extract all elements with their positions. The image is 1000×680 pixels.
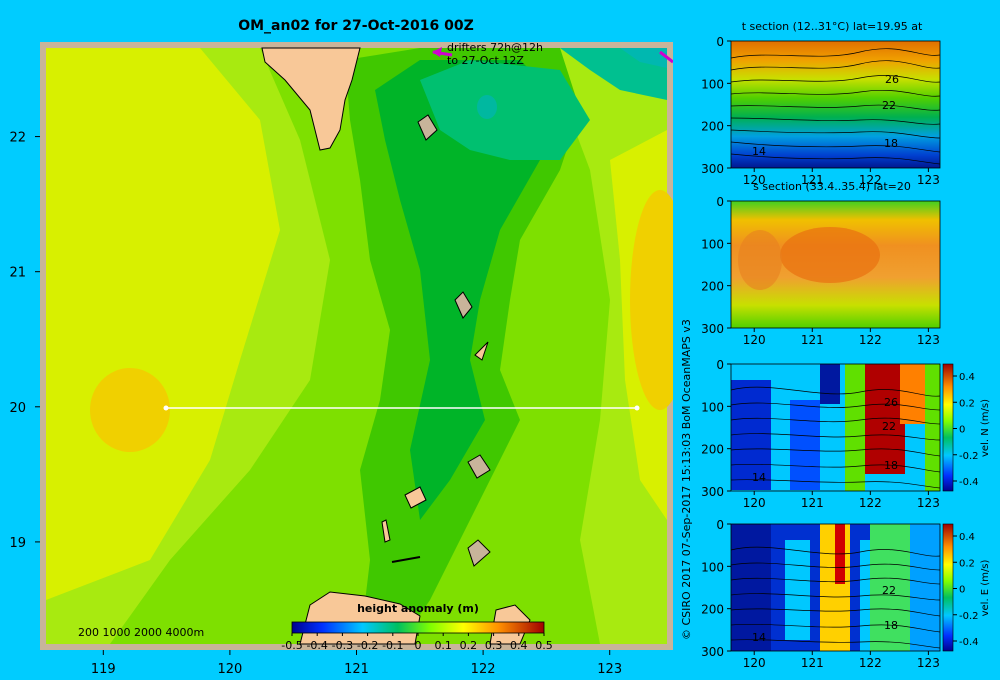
map-y-tick-label: 21 xyxy=(9,266,26,281)
colorbar-tick-label: 0.1 xyxy=(434,639,452,652)
t-section-panel: t section (12..31°C) lat=19.95 at 26 22 18… xyxy=(730,20,941,168)
vel-colorbar-tick-label: 0 xyxy=(959,585,965,596)
section-x-tick-label: 120 xyxy=(743,173,766,187)
colorbar-tick-label: 0.4 xyxy=(510,639,528,652)
map-x-tick-label: 122 xyxy=(471,662,496,677)
figure: OM_an02 for 27-Oct-2016 00Z drifters 72h… xyxy=(9,18,991,677)
section-y-tick-label: 0 xyxy=(716,358,724,372)
section-x-tick-label: 120 xyxy=(743,333,766,347)
contour-label: 22 xyxy=(882,99,896,112)
section-y-tick-label: 0 xyxy=(716,35,724,49)
colorbar-tick-label: -0.4 xyxy=(306,639,327,652)
section-x-tick-label: 120 xyxy=(743,496,766,510)
contour-label: 26 xyxy=(885,73,899,86)
vel-colorbar-tick-label: 0 xyxy=(959,425,965,436)
section-y-tick-label: 0 xyxy=(716,195,724,209)
drifter-note-line-2: to 27-Oct 12Z xyxy=(447,54,524,67)
section-y-tick-label: 100 xyxy=(701,77,724,91)
drifter-note-line-1: drifters 72h@12h xyxy=(447,41,543,54)
map-x-ticks: 119 120 121 122 123 xyxy=(91,650,622,677)
vel-n-colorbar-label: vel. N (m/s) xyxy=(980,399,991,457)
section-x-tick-label: 123 xyxy=(917,496,940,510)
section-y-tick-label: 0 xyxy=(716,518,724,532)
contour-label: 18 xyxy=(884,619,898,632)
section-y-tick-label: 100 xyxy=(701,400,724,414)
vel-colorbar-tick-label: -0.2 xyxy=(959,451,979,462)
section-x-tick-label: 121 xyxy=(801,173,824,187)
section-y-tick-label: 200 xyxy=(701,280,724,294)
vel-colorbar-tick-label: -0.4 xyxy=(959,637,979,648)
contour-label: 14 xyxy=(752,631,766,644)
section-x-tick-label: 123 xyxy=(917,173,940,187)
vel-colorbar-tick-label: -0.2 xyxy=(959,611,979,622)
vel-colorbar-tick-label: 0.2 xyxy=(959,398,975,409)
map-panel: OM_an02 for 27-Oct-2016 00Z drifters 72h… xyxy=(9,18,673,677)
vel-colorbar-tick-label: -0.4 xyxy=(959,477,979,488)
s-section-panel: s section (33.4..35.4) lat=20 xyxy=(731,180,940,328)
section-y-tick-label: 300 xyxy=(701,162,724,176)
contour-label: 26 xyxy=(884,396,898,409)
vel-n-section-panel: 26 22 18 14 0.4 0.2 0 -0.2 -0.4 vel. N (m/s) xyxy=(730,363,991,492)
map-x-tick-label: 123 xyxy=(597,662,622,677)
map-y-tick-label: 22 xyxy=(9,131,26,146)
colorbar-tick-label: -0.3 xyxy=(332,639,353,652)
vel-n-colorbar xyxy=(942,363,954,492)
contour-label: 14 xyxy=(752,471,766,484)
map-y-ticks: 22 21 20 19 xyxy=(9,131,40,551)
colorbar-tick-label: 0.5 xyxy=(535,639,553,652)
section-x-tick-label: 123 xyxy=(917,333,940,347)
section-y-tick-label: 200 xyxy=(701,603,724,617)
contour-label: 18 xyxy=(884,137,898,150)
colorbar-tick-label: -0.1 xyxy=(382,639,403,652)
contour-label: 22 xyxy=(882,584,896,597)
section-y-tick-label: 100 xyxy=(701,237,724,251)
map-title: OM_an02 for 27-Oct-2016 00Z xyxy=(238,18,474,34)
section-end-marker xyxy=(634,405,640,411)
colorbar-label: height anomaly (m) xyxy=(357,602,479,615)
t-section-title: t section (12..31°C) lat=19.95 at xyxy=(742,20,923,33)
colorbar-tick-label: -0.5 xyxy=(281,639,302,652)
colorbar-tick-label: 0 xyxy=(415,639,422,652)
section-x-tick-label: 122 xyxy=(859,333,882,347)
section-x-tick-label: 121 xyxy=(801,496,824,510)
credit-text: © CSIRO 2017 07-Sep-2017 15:13:03 BoM Oc… xyxy=(680,319,693,640)
colorbar-tick-label: -0.2 xyxy=(357,639,378,652)
vel-e-colorbar-label: vel. E (m/s) xyxy=(980,559,991,616)
vel-e-colorbar-ticks: 0.4 0.2 0 -0.2 -0.4 xyxy=(953,532,979,648)
section-y-tick-label: 300 xyxy=(701,485,724,499)
section-y-tick-label: 200 xyxy=(701,443,724,457)
colorbar-tick-label: 0.3 xyxy=(485,639,503,652)
section-y-tick-label: 100 xyxy=(701,560,724,574)
colorbar-gradient xyxy=(291,621,545,634)
vel-colorbar-tick-label: 0.2 xyxy=(959,558,975,569)
section-y-tick-label: 200 xyxy=(701,120,724,134)
map-y-tick-label: 19 xyxy=(9,536,26,551)
map-x-tick-label: 119 xyxy=(91,662,116,677)
section-x-tick-label: 122 xyxy=(859,656,882,670)
section-x-tick-label: 121 xyxy=(801,656,824,670)
colorbar-tick-label: 0.2 xyxy=(460,639,478,652)
contour-label: 18 xyxy=(884,459,898,472)
section-y-tick-label: 300 xyxy=(701,322,724,336)
s-section-title: s section (33.4..35.4) lat=20 xyxy=(753,180,911,193)
section-x-tick-label: 123 xyxy=(917,656,940,670)
map-x-tick-label: 121 xyxy=(344,662,369,677)
vel-colorbar-tick-label: 0.4 xyxy=(959,372,975,383)
vel-colorbar-tick-label: 0.4 xyxy=(959,532,975,543)
section-x-tick-label: 122 xyxy=(859,496,882,510)
section-x-tick-label: 121 xyxy=(801,333,824,347)
map-field xyxy=(40,42,673,650)
map-y-tick-label: 20 xyxy=(9,401,26,416)
map-x-tick-label: 120 xyxy=(217,662,242,677)
vel-n-colorbar-ticks: 0.4 0.2 0 -0.2 -0.4 xyxy=(953,372,979,488)
section-start-marker xyxy=(163,405,169,411)
contour-label: 22 xyxy=(882,420,896,433)
vel-e-section-panel: 22 18 14 0.4 0.2 0 -0.2 -0.4 vel. E (m/s) xyxy=(730,523,991,652)
depth-legend: 200 1000 2000 4000m xyxy=(78,626,204,639)
contour-label: 14 xyxy=(752,145,766,158)
section-x-tick-label: 122 xyxy=(859,173,882,187)
vel-e-colorbar xyxy=(942,523,954,652)
section-x-tick-label: 120 xyxy=(743,656,766,670)
section-y-tick-label: 300 xyxy=(701,645,724,659)
